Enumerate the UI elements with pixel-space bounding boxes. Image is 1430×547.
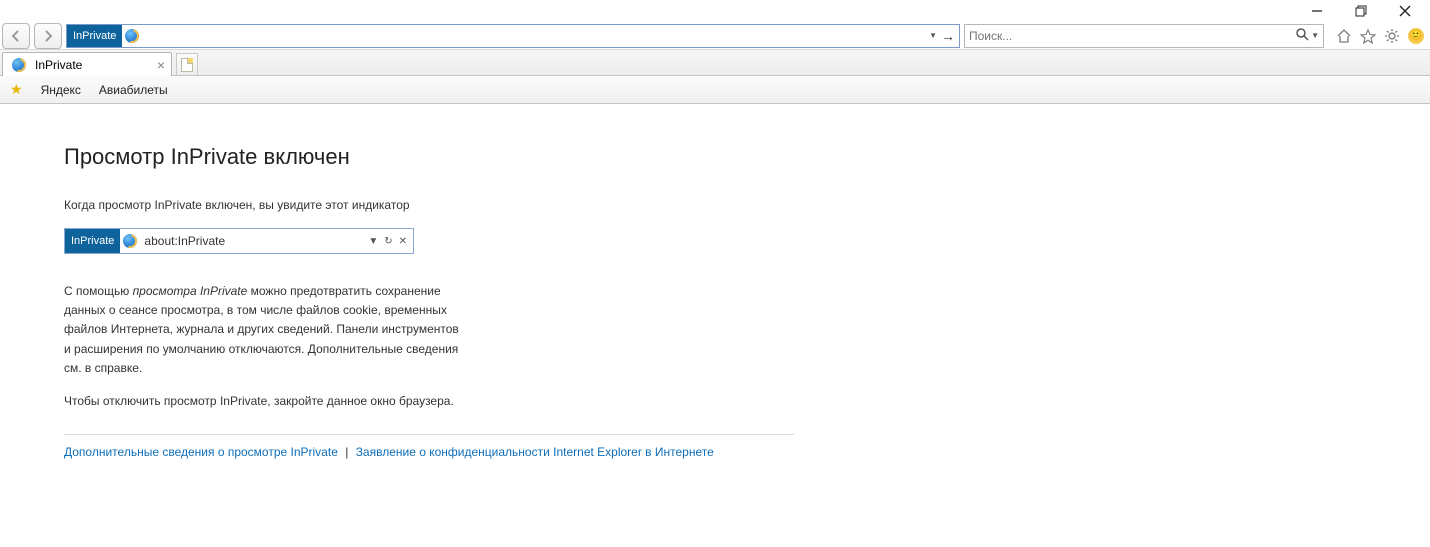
inprivate-badge: InPrivate — [65, 229, 120, 253]
add-favorite-icon[interactable]: ★ — [10, 81, 23, 98]
stop-icon: ✕ — [399, 236, 407, 247]
window-titlebar — [0, 0, 1430, 22]
back-button[interactable] — [2, 23, 30, 49]
inprivate-badge: InPrivate — [67, 25, 122, 47]
dropdown-icon: ▼ — [368, 236, 378, 247]
link-separator: | — [345, 445, 348, 459]
refresh-icon: ↻ — [384, 236, 392, 247]
dropdown-icon[interactable]: ▼ — [929, 31, 937, 40]
page-lead: Когда просмотр InPrivate включен, вы уви… — [64, 198, 800, 212]
sample-controls: ▼ ↻ ✕ — [362, 236, 413, 247]
window-minimize-button[interactable] — [1304, 0, 1330, 22]
browser-toolbar: InPrivate ▼ → ▼ 🙂 — [0, 22, 1430, 50]
search-icon[interactable] — [1295, 27, 1309, 44]
forward-button[interactable] — [34, 23, 62, 49]
address-bar[interactable]: InPrivate ▼ → — [66, 24, 960, 48]
favorite-item-aviabilety[interactable]: Авиабилеты — [99, 83, 168, 97]
window-close-button[interactable] — [1392, 0, 1418, 22]
window-maximize-button[interactable] — [1348, 0, 1374, 22]
home-icon[interactable] — [1334, 26, 1354, 46]
divider — [64, 434, 794, 435]
favorites-bar: ★ Яндекс Авиабилеты — [0, 76, 1430, 104]
favorite-item-yandex[interactable]: Яндекс — [41, 83, 81, 97]
page-links: Дополнительные сведения о просмотре InPr… — [64, 445, 800, 459]
tools-icon[interactable] — [1382, 26, 1402, 46]
tab-close-button[interactable]: × — [157, 58, 165, 72]
page-heading: Просмотр InPrivate включен — [64, 144, 800, 170]
tab-strip: InPrivate × — [0, 50, 1430, 76]
new-tab-icon — [181, 58, 193, 72]
ie-icon — [122, 26, 142, 46]
ie-icon — [9, 55, 29, 75]
search-dropdown-icon[interactable]: ▼ — [1311, 31, 1319, 40]
inprivate-indicator-sample: InPrivate about:InPrivate ▼ ↻ ✕ — [64, 228, 414, 254]
page-content: Просмотр InPrivate включен Когда просмот… — [0, 104, 800, 459]
link-learn-more[interactable]: Дополнительные сведения о просмотре InPr… — [64, 445, 338, 459]
new-tab-button[interactable] — [176, 53, 198, 75]
page-body: С помощью просмотра InPrivate можно пред… — [64, 282, 464, 378]
go-button[interactable]: → — [941, 28, 955, 44]
search-box[interactable]: ▼ — [964, 24, 1324, 48]
body-prefix: С помощью — [64, 284, 133, 298]
search-input[interactable] — [969, 29, 1295, 43]
address-input[interactable] — [142, 29, 925, 43]
address-bar-controls: ▼ → — [925, 28, 959, 44]
sample-url: about:InPrivate — [140, 234, 362, 248]
tab-title: InPrivate — [35, 58, 82, 72]
smiley-icon[interactable]: 🙂 — [1406, 26, 1426, 46]
link-privacy-statement[interactable]: Заявление о конфиденциальности Internet … — [356, 445, 714, 459]
page-turnoff-note: Чтобы отключить просмотр InPrivate, закр… — [64, 394, 800, 408]
body-emphasis: просмотра InPrivate — [133, 284, 248, 298]
ie-icon — [120, 231, 140, 251]
toolbar-icons: 🙂 — [1328, 26, 1426, 46]
tab-inprivate[interactable]: InPrivate × — [2, 52, 172, 76]
favorites-icon[interactable] — [1358, 26, 1378, 46]
